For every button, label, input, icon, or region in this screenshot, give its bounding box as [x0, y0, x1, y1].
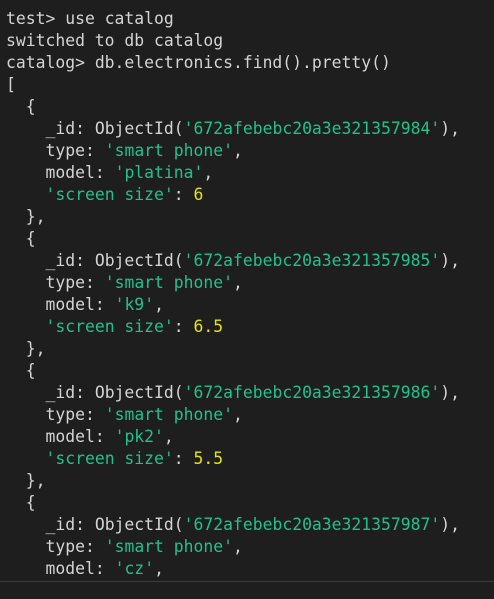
document-screen-size-line: 'screen size': 5.5	[45, 449, 224, 468]
document-id: 672afebebc20a3e321357985	[193, 251, 431, 270]
command-text: db.electronics.find().pretty()	[94, 53, 391, 72]
document-type-line: type: 'smart phone',	[45, 405, 243, 424]
command-line: test> use catalog	[6, 8, 494, 30]
document-close-brace: },	[6, 207, 46, 226]
command-line: catalog> db.electronics.find().pretty()	[6, 52, 494, 74]
document-open-brace: {	[6, 229, 36, 248]
document-type-line: type: 'smart phone',	[45, 273, 243, 292]
document-model: cz	[124, 559, 145, 578]
document-type: smart phone	[114, 537, 224, 556]
document-screen-size-line: 'screen size': 6	[45, 185, 204, 204]
document-model: pk2	[124, 427, 155, 446]
array-open-bracket: [	[6, 75, 16, 94]
prompt: test>	[6, 9, 66, 28]
document-screen-size: 6.5	[193, 317, 224, 336]
document-id-line: _id: ObjectId('672afebebc20a3e321357987'…	[45, 515, 460, 534]
document-model: k9	[124, 295, 145, 314]
document-open-brace: {	[6, 493, 36, 512]
command-text: use catalog	[65, 9, 174, 28]
document-open-brace: {	[6, 97, 36, 116]
document-type-line: type: 'smart phone',	[45, 537, 243, 556]
document-model-line: model: 'platina',	[45, 163, 214, 182]
terminal-bottom-strip	[0, 582, 494, 599]
document-id-line: _id: ObjectId('672afebebc20a3e321357985'…	[45, 251, 460, 270]
document-id-line: _id: ObjectId('672afebebc20a3e321357984'…	[45, 119, 460, 138]
document-id: 672afebebc20a3e321357984	[193, 119, 431, 138]
document-type: smart phone	[114, 405, 224, 424]
document-model-line: model: 'k9',	[45, 295, 164, 314]
document-screen-size: 6	[193, 185, 204, 204]
document-screen-size-line: 'screen size': 6.5	[45, 317, 224, 336]
document-type-line: type: 'smart phone',	[45, 141, 243, 160]
document-id: 672afebebc20a3e321357987	[193, 515, 431, 534]
document-close-brace: },	[6, 339, 46, 358]
document-type: smart phone	[114, 273, 224, 292]
command-output: switched to db catalog	[6, 31, 224, 50]
prompt: catalog>	[6, 53, 95, 72]
terminal-output[interactable]: test> use catalog switched to db catalog…	[0, 0, 494, 582]
document-model-line: model: 'pk2',	[45, 427, 174, 446]
document-screen-size: 5.5	[193, 449, 224, 468]
document-type: smart phone	[114, 141, 224, 160]
document-id: 672afebebc20a3e321357986	[193, 383, 431, 402]
document-open-brace: {	[6, 361, 36, 380]
document-close-brace: },	[6, 471, 46, 490]
document-model: platina	[124, 163, 194, 182]
document-model-line: model: 'cz',	[45, 559, 164, 578]
document-id-line: _id: ObjectId('672afebebc20a3e321357986'…	[45, 383, 460, 402]
